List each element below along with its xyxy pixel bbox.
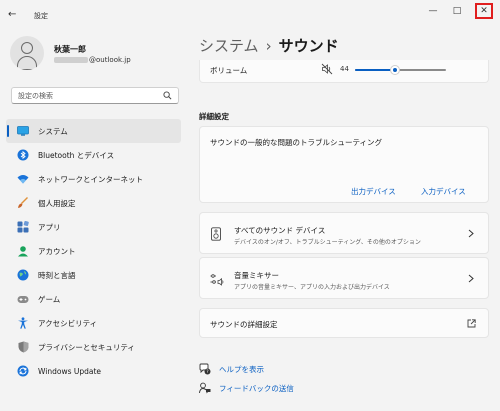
help-link-label: ヘルプを表示 — [219, 364, 264, 374]
back-button[interactable]: ← — [8, 9, 20, 21]
title-bar: ← 設定 — □ ✕ — [0, 0, 500, 30]
sidebar-item-system[interactable]: システム — [6, 119, 181, 143]
sidebar-item-label: 個人用設定 — [38, 198, 76, 208]
avatar-body-shape — [17, 56, 37, 70]
sidebar-item-label: 時刻と言語 — [38, 270, 76, 280]
avatar-head-shape — [21, 42, 33, 54]
gamepad-icon — [17, 293, 29, 305]
all-sound-devices-desc: デバイスのオン/オフ、トラブルシューティング、その他のオプション — [234, 239, 421, 246]
sidebar-item-label: プライバシーとセキュリティ — [38, 342, 135, 352]
email-redaction — [54, 57, 88, 63]
email-domain: @outlook.jp — [89, 56, 131, 64]
breadcrumb-separator: › — [265, 37, 272, 55]
volume-mixer-row[interactable]: 音量ミキサー アプリの音量ミキサー、アプリの入力および出力デバイス — [199, 257, 489, 299]
search-input[interactable] — [18, 88, 158, 103]
sidebar-nav: システム Bluetooth とデバイス ネットワークとインターネット 個人用設… — [6, 119, 181, 383]
user-name: 秋葉一郎 — [54, 45, 86, 54]
volume-row: ボリューム 44 — [199, 60, 489, 83]
troubleshoot-title: サウンドの一般的な問題のトラブルシューティング — [210, 138, 383, 147]
troubleshoot-input-button[interactable]: 入力デバイス — [421, 186, 466, 197]
breadcrumb-parent[interactable]: システム — [199, 37, 259, 55]
sidebar-item-apps[interactable]: アプリ — [6, 215, 181, 239]
sidebar-item-label: Bluetooth とデバイス — [38, 150, 115, 160]
feedback-link[interactable]: フィードバックの送信 — [199, 382, 294, 394]
speaker-muted-icon[interactable] — [321, 63, 333, 75]
sidebar-item-network[interactable]: ネットワークとインターネット — [6, 167, 181, 191]
volume-slider-thumb[interactable] — [391, 66, 400, 74]
sidebar-item-accessibility[interactable]: アクセシビリティ — [6, 311, 181, 335]
account-icon — [17, 245, 29, 257]
brush-icon — [17, 197, 29, 209]
all-sound-devices-row[interactable]: すべてのサウンド デバイス デバイスのオン/オフ、トラブルシューティング、その他… — [199, 212, 489, 254]
help-link[interactable]: ? ヘルプを表示 — [199, 363, 264, 375]
mixer-icon — [210, 274, 224, 286]
sidebar-item-label: アクセシビリティ — [38, 318, 98, 328]
globe-icon — [17, 269, 29, 281]
apps-icon — [17, 221, 29, 233]
chevron-right-icon — [468, 274, 474, 283]
close-button[interactable]: ✕ — [475, 3, 493, 19]
volume-mixer-title: 音量ミキサー — [234, 271, 279, 280]
sidebar-item-label: ネットワークとインターネット — [38, 174, 143, 184]
sidebar-item-personalization[interactable]: 個人用設定 — [6, 191, 181, 215]
volume-mixer-desc: アプリの音量ミキサー、アプリの入力および出力デバイス — [234, 284, 390, 291]
sidebar-item-label: システム — [38, 126, 68, 136]
page-title: サウンド — [278, 37, 339, 55]
sidebar-item-gaming[interactable]: ゲーム — [6, 287, 181, 311]
all-sound-devices-title: すべてのサウンド デバイス — [234, 226, 326, 235]
volume-slider[interactable] — [355, 66, 446, 74]
feedback-link-label: フィードバックの送信 — [219, 383, 294, 393]
sidebar-item-accounts[interactable]: アカウント — [6, 239, 181, 263]
search-icon[interactable] — [163, 91, 172, 100]
external-link-icon — [467, 319, 476, 328]
update-icon — [17, 365, 29, 377]
section-heading: 詳細設定 — [199, 112, 229, 121]
volume-label: ボリューム — [210, 66, 248, 75]
wifi-icon — [17, 173, 29, 185]
user-email: @outlook.jp — [54, 56, 131, 64]
accessibility-icon — [17, 317, 29, 329]
avatar[interactable] — [10, 36, 44, 70]
sidebar-item-privacy[interactable]: プライバシーとセキュリティ — [6, 335, 181, 359]
help-icon: ? — [199, 363, 211, 375]
feedback-icon — [199, 382, 211, 394]
sidebar-item-label: ゲーム — [38, 294, 61, 304]
maximize-button[interactable]: □ — [448, 3, 466, 19]
more-sound-settings-title: サウンドの詳細設定 — [210, 320, 278, 329]
sidebar-item-windows-update[interactable]: Windows Update — [6, 359, 181, 383]
troubleshoot-output-button[interactable]: 出力デバイス — [351, 186, 396, 197]
sidebar-item-label: アカウント — [38, 246, 76, 256]
bluetooth-icon — [17, 149, 29, 161]
breadcrumb: システム › サウンド — [199, 35, 339, 56]
more-sound-settings-row[interactable]: サウンドの詳細設定 — [199, 308, 489, 338]
volume-slider-fill — [355, 69, 396, 71]
troubleshoot-card: サウンドの一般的な問題のトラブルシューティング 出力デバイス 入力デバイス — [199, 126, 489, 203]
sidebar-item-bluetooth[interactable]: Bluetooth とデバイス — [6, 143, 181, 167]
system-icon — [17, 125, 29, 137]
search-box[interactable] — [11, 87, 179, 104]
app-title: 設定 — [34, 12, 48, 20]
minimize-button[interactable]: — — [424, 3, 442, 19]
sidebar-item-label: Windows Update — [38, 366, 102, 376]
sidebar-item-time-language[interactable]: 時刻と言語 — [6, 263, 181, 287]
shield-icon — [17, 341, 29, 353]
chevron-right-icon — [468, 229, 474, 238]
volume-value: 44 — [340, 65, 349, 73]
speaker-device-icon — [211, 227, 221, 241]
sidebar-item-label: アプリ — [38, 222, 61, 232]
